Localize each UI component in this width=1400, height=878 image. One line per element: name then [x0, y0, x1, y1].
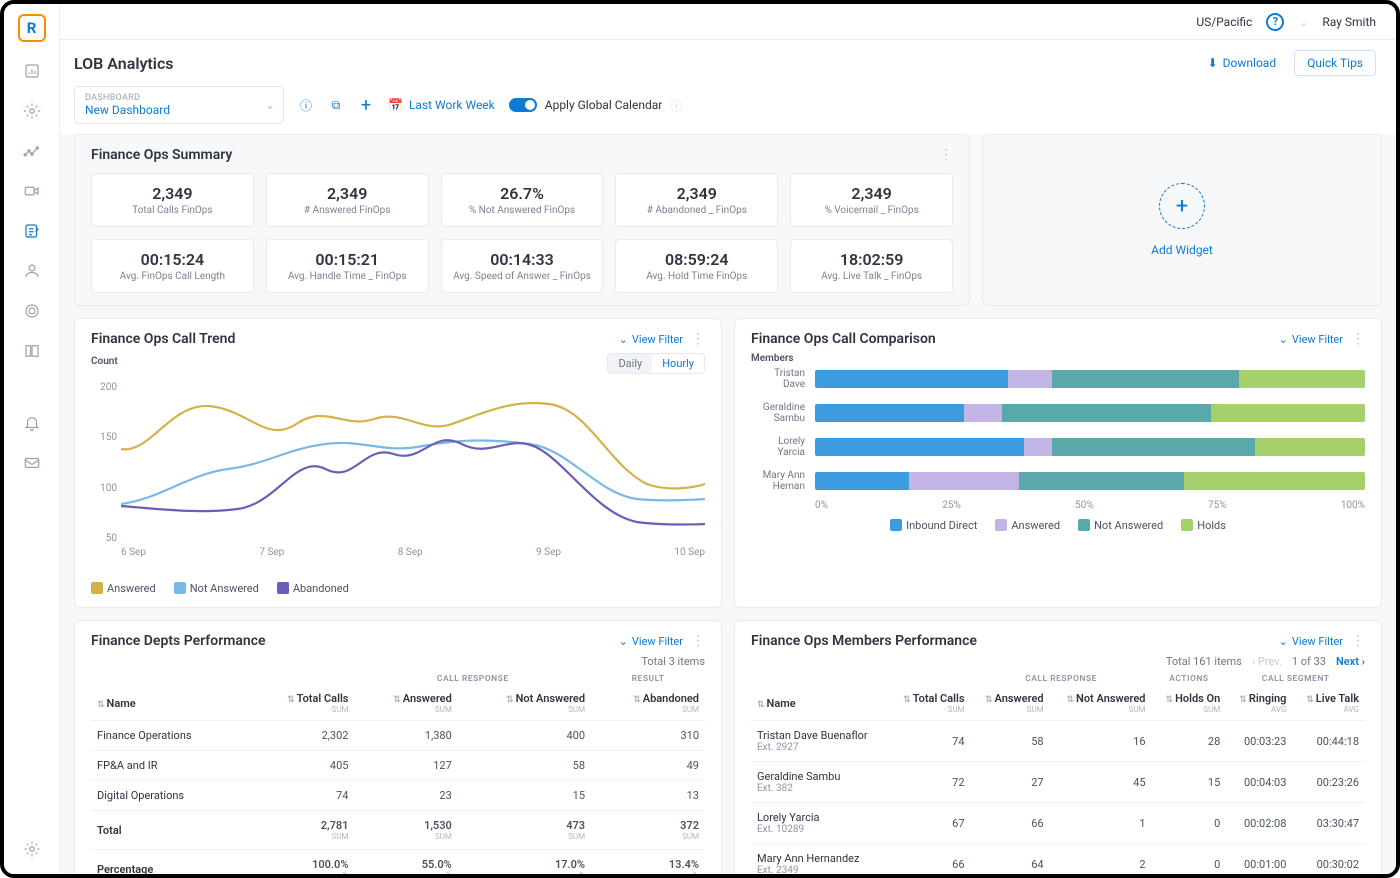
summary-card: Finance Ops Summary ⋮ 2,349Total Calls F…	[74, 134, 970, 306]
mail-icon[interactable]	[21, 452, 43, 474]
kpi-tile: 00:15:24Avg. FinOps Call Length	[91, 239, 254, 293]
apply-calendar-label: Apply Global Calendar	[545, 98, 663, 112]
sidebar: R	[4, 4, 60, 874]
table-row[interactable]: FP&A and IR4051275849	[91, 751, 705, 781]
hbar-row: Geraldine Sambu	[751, 402, 1365, 424]
kpi-tile: 00:14:33Avg. Speed of Answer _ FinOps	[441, 239, 604, 293]
table-row[interactable]: Lorely YarciaExt. 1028967661000:02:0803:…	[751, 803, 1365, 844]
kpi-tile: 08:59:24Avg. Hold Time FinOps	[615, 239, 778, 293]
more-icon[interactable]: ⋮	[939, 147, 953, 163]
page-title: LOB Analytics	[74, 54, 174, 73]
members-table: CALL RESPONSEACTIONSCALL SEGMENT ⇅Name ⇅…	[751, 672, 1365, 874]
help-icon[interactable]: ?	[1266, 13, 1284, 31]
trend-card: Finance Ops Call Trend ⌄ View Filter ⋮ C…	[74, 318, 722, 608]
view-filter-link[interactable]: ⌄ View Filter	[1279, 635, 1343, 648]
hbar-row: Lorely Yarcia	[751, 436, 1365, 458]
kpi-tile: 2,349Total Calls FinOps	[91, 173, 254, 227]
table-row[interactable]: Digital Operations74231513	[91, 781, 705, 811]
table-row[interactable]: Finance Operations2,3021,380400310	[91, 721, 705, 751]
calendar-icon: 📅	[388, 98, 403, 112]
plus-icon: +	[1159, 183, 1205, 229]
kpi-tile: 2,349% Voicemail _ FinOps	[790, 173, 953, 227]
hbar-row: Mary Ann Hernan	[751, 470, 1365, 492]
download-button[interactable]: ⬇Download	[1208, 56, 1276, 70]
add-widget-card[interactable]: + Add Widget	[982, 134, 1382, 306]
analytics-icon[interactable]	[21, 140, 43, 162]
view-filter-link[interactable]: ⌄ View Filter	[619, 635, 683, 648]
apply-calendar-toggle[interactable]	[509, 98, 537, 112]
view-filter-link[interactable]: ⌄ View Filter	[619, 333, 683, 346]
user-icon[interactable]	[21, 260, 43, 282]
kpi-tile: 00:15:21Avg. Handle Time _ FinOps	[266, 239, 429, 293]
kpi-tile: 2,349# Abandoned _ FinOps	[615, 173, 778, 227]
dept-perf-card: Finance Depts Performance ⌄ View Filter …	[74, 620, 722, 874]
info-icon[interactable]: ⓘ	[298, 97, 314, 113]
more-icon[interactable]: ⋮	[691, 331, 705, 347]
topbar: US/Pacific ? ⌄ Ray Smith	[60, 4, 1396, 40]
hbar-row: Tristan Dave	[751, 368, 1365, 390]
reports-icon[interactable]	[21, 220, 43, 242]
current-user[interactable]: Ray Smith	[1322, 15, 1376, 29]
library-icon[interactable]	[21, 340, 43, 362]
prev-button[interactable]: ‹ Prev.	[1252, 655, 1282, 668]
table-row[interactable]: Mary Ann HernandezExt. 234966642000:01:0…	[751, 844, 1365, 875]
bell-icon[interactable]	[21, 412, 43, 434]
kpi-tile: 2,349# Answered FinOps	[266, 173, 429, 227]
kpi-tile: 18:02:59Avg. Live Talk _ FinOps	[790, 239, 953, 293]
more-icon[interactable]: ⋮	[1351, 331, 1365, 347]
dashboard-dropdown[interactable]: DASHBOARD New Dashboard ⌄	[74, 86, 284, 124]
members-perf-card: Finance Ops Members Performance ⌄ View F…	[734, 620, 1382, 874]
table-row[interactable]: Tristan Dave BuenaflorExt. 2927745816280…	[751, 721, 1365, 762]
toolbar: DASHBOARD New Dashboard ⌄ ⓘ ⧉ + 📅 Last W…	[60, 86, 1396, 134]
quick-tips-button[interactable]: Quick Tips	[1294, 50, 1376, 76]
more-icon[interactable]: ⋮	[1351, 633, 1365, 649]
dashboard-icon[interactable]	[21, 60, 43, 82]
dept-table: CALL RESPONSERESULT ⇅Name ⇅Total CallsSU…	[91, 672, 705, 874]
granularity-toggle[interactable]: DailyHourly	[607, 353, 705, 374]
video-icon[interactable]	[21, 180, 43, 202]
kpi-tile: 26.7%% Not Answered FinOps	[441, 173, 604, 227]
next-button[interactable]: Next ›	[1336, 655, 1365, 668]
comparison-card: Finance Ops Call Comparison ⌄ View Filte…	[734, 318, 1382, 608]
target-icon[interactable]	[21, 300, 43, 322]
more-icon[interactable]: ⋮	[691, 633, 705, 649]
view-filter-link[interactable]: ⌄ View Filter	[1279, 333, 1343, 346]
add-icon[interactable]: +	[358, 97, 374, 113]
settings-nav-icon[interactable]	[21, 100, 43, 122]
chevron-down-icon: ⌄	[265, 98, 275, 112]
app-logo[interactable]: R	[18, 14, 46, 42]
timezone[interactable]: US/Pacific	[1196, 15, 1252, 29]
gear-icon[interactable]	[21, 838, 43, 860]
table-row[interactable]: Geraldine SambuExt. 3827227451500:04:030…	[751, 762, 1365, 803]
download-icon: ⬇	[1208, 56, 1218, 70]
info-icon[interactable]: ⓘ	[670, 97, 682, 114]
date-range-picker[interactable]: 📅 Last Work Week	[388, 98, 495, 112]
copy-icon[interactable]: ⧉	[328, 97, 344, 113]
